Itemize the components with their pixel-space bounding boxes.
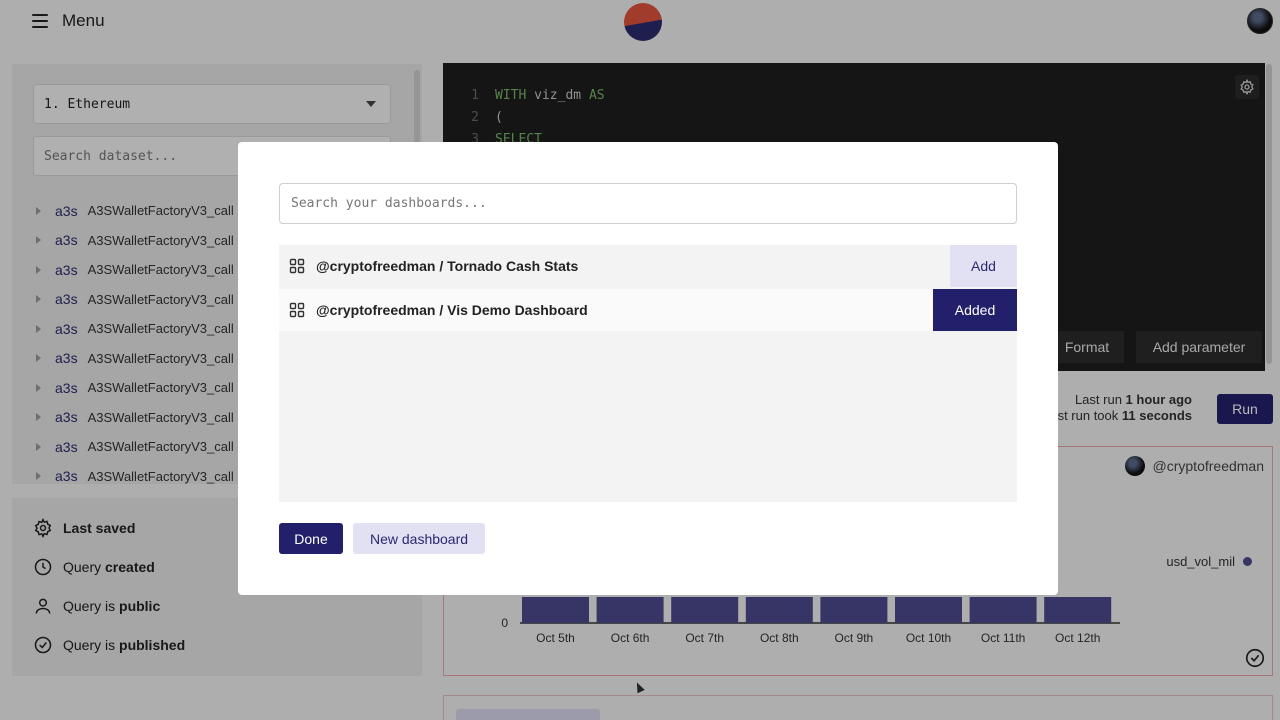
added-label: Added	[954, 302, 996, 318]
dashboard-search-input[interactable]	[279, 183, 1017, 224]
dashboard-grid-icon	[289, 258, 305, 274]
done-label: Done	[294, 530, 328, 547]
add-to-dashboard-modal: @cryptofreedman / Tornado Cash Stats Add…	[238, 142, 1058, 595]
dashboard-row[interactable]: @cryptofreedman / Vis Demo Dashboard Add…	[279, 289, 1017, 331]
dashboard-name: @cryptofreedman / Tornado Cash Stats	[316, 258, 579, 274]
dashboard-grid-icon	[289, 302, 305, 318]
done-button[interactable]: Done	[279, 523, 343, 554]
dashboard-name: @cryptofreedman / Vis Demo Dashboard	[316, 302, 588, 318]
dashboard-list: @cryptofreedman / Tornado Cash Stats Add…	[279, 245, 1017, 502]
added-button[interactable]: Added	[933, 289, 1017, 331]
add-button[interactable]: Add	[950, 245, 1017, 287]
add-label: Add	[971, 258, 996, 274]
new-dashboard-label: New dashboard	[369, 530, 469, 547]
dashboard-row[interactable]: @cryptofreedman / Tornado Cash Stats Add	[279, 245, 1017, 287]
new-dashboard-button[interactable]: New dashboard	[353, 523, 485, 554]
